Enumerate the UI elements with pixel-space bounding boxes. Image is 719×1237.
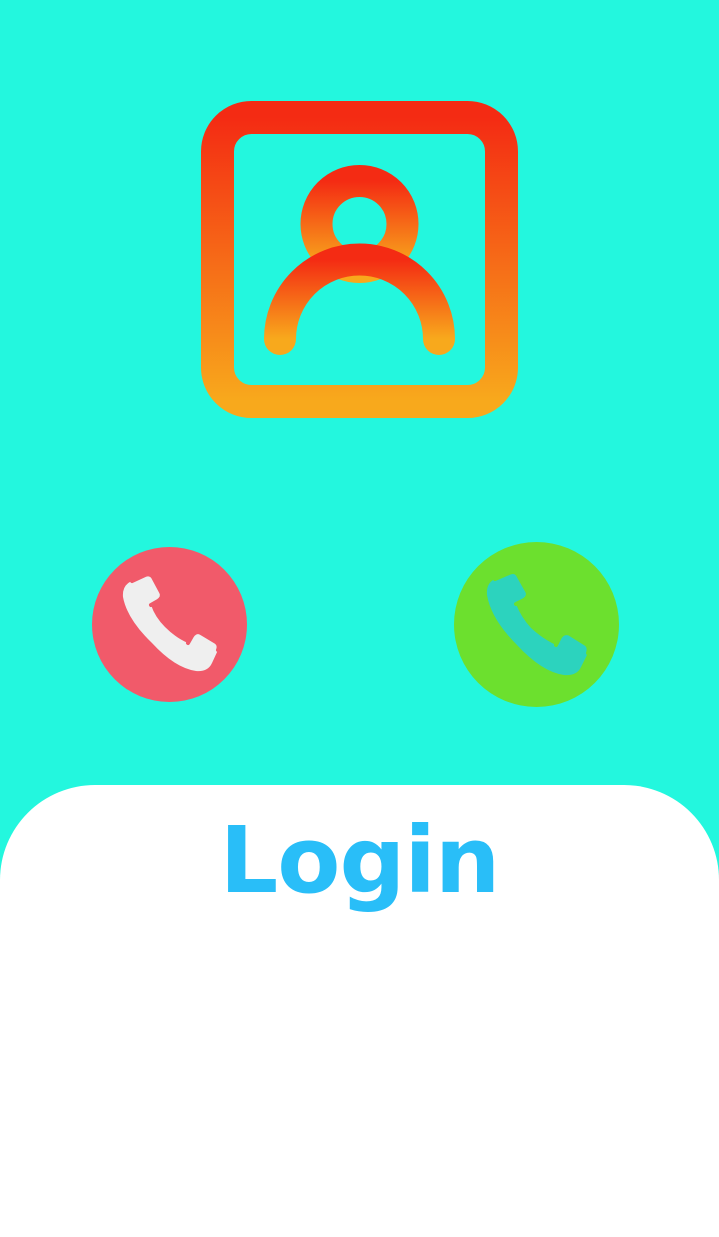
login-title: Login (219, 807, 501, 914)
contact-person-svg (201, 101, 518, 418)
contact-person-icon (201, 101, 518, 418)
decline-call-circle (92, 547, 247, 702)
accept-call-circle (454, 542, 619, 707)
contact-shoulders-icon (264, 243, 455, 355)
incoming-call-screen: Login (0, 0, 719, 1237)
decline-call-svg (92, 547, 247, 702)
decline-call-button[interactable] (92, 547, 247, 702)
accept-call-button[interactable] (454, 542, 619, 707)
accept-call-svg (454, 542, 619, 707)
